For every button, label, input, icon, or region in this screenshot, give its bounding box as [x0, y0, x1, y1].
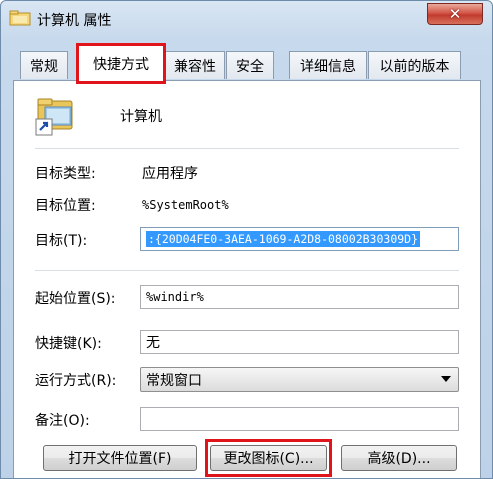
target-label: 目标(T):	[35, 233, 88, 249]
divider	[35, 148, 459, 149]
tab-previous-versions[interactable]: 以前的版本	[368, 51, 461, 79]
tab-security[interactable]: 安全	[226, 51, 274, 79]
change-icon-button[interactable]: 更改图标(C)...	[210, 445, 327, 471]
tab-compatibility[interactable]: 兼容性	[165, 51, 225, 79]
run-value: 常规窗口	[146, 372, 202, 389]
run-select[interactable]: 常规窗口	[140, 367, 459, 392]
tab-details[interactable]: 详细信息	[289, 51, 367, 79]
title-bar[interactable]: 计算机 属性 ✕	[1, 1, 492, 35]
target-value: :{20D04FE0-3AEA-1069-A2D8-08002B30309D}	[146, 231, 421, 247]
target-location-value: %SystemRoot%	[142, 198, 229, 212]
start-in-input[interactable]: %windir%	[140, 285, 459, 309]
target-location-label: 目标位置:	[35, 198, 96, 214]
close-icon: ✕	[448, 5, 462, 23]
computer-shortcut-icon	[35, 98, 73, 136]
tab-general[interactable]: 常规	[20, 51, 68, 79]
tab-shortcut[interactable]: 快捷方式	[76, 43, 166, 84]
divider	[35, 270, 459, 271]
run-label: 运行方式(R):	[35, 373, 117, 389]
close-button[interactable]: ✕	[427, 3, 483, 25]
properties-window: 计算机 属性 ✕ 常规 快捷方式 兼容性 安全 详细信息 以前的版本 计算机 目…	[0, 0, 493, 479]
shortcut-key-label: 快捷键(K):	[35, 336, 102, 352]
window-title: 计算机 属性	[37, 13, 112, 29]
target-type-label: 目标类型:	[35, 166, 96, 182]
open-file-location-button[interactable]: 打开文件位置(F)	[43, 445, 197, 471]
start-in-value: %windir%	[146, 290, 204, 304]
shortcut-key-value: 无	[146, 335, 160, 351]
target-type-value: 应用程序	[142, 166, 198, 182]
computer-folder-icon	[9, 10, 31, 26]
target-input[interactable]: :{20D04FE0-3AEA-1069-A2D8-08002B30309D}	[140, 227, 459, 251]
advanced-button[interactable]: 高级(D)...	[341, 445, 457, 471]
comment-input[interactable]	[140, 407, 459, 431]
shortcut-name: 计算机	[120, 109, 162, 125]
comment-label: 备注(O):	[35, 413, 90, 429]
start-in-label: 起始位置(S):	[35, 291, 116, 307]
shortcut-key-input[interactable]: 无	[140, 330, 459, 354]
chevron-down-icon	[441, 376, 451, 382]
